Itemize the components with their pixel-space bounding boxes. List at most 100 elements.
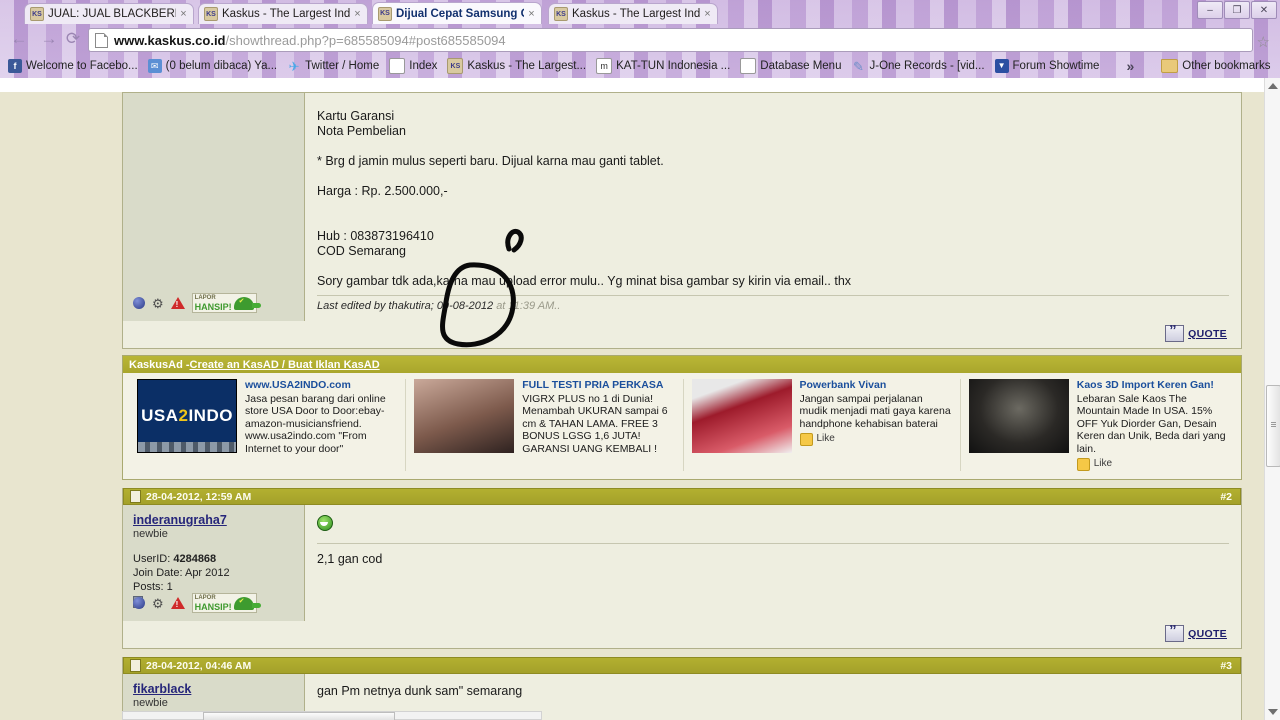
message-line: Nota Pembelian bbox=[317, 124, 406, 138]
kaskus-icon: KS bbox=[204, 7, 218, 21]
post-2-usertitle: newbie bbox=[133, 528, 168, 540]
ad-item-powerbank[interactable]: Powerbank Vivan Jangan sampai perjalanan… bbox=[684, 379, 961, 471]
browser-tab-2[interactable]: KS Kaskus - The Largest Indon × bbox=[198, 3, 368, 24]
back-icon[interactable]: ← bbox=[8, 28, 30, 50]
post-2: 28-04-2012, 12:59 AM #2 inderanugraha7 n… bbox=[122, 488, 1242, 649]
horizontal-scrollbar[interactable] bbox=[122, 711, 542, 720]
quote-icon[interactable] bbox=[1165, 322, 1185, 342]
post-3-number[interactable]: #3 bbox=[1220, 660, 1232, 672]
ad-body: VIGRX PLUS no 1 di Dunia! Menambah UKURA… bbox=[522, 392, 668, 455]
vertical-scrollbar[interactable] bbox=[1264, 78, 1280, 720]
post-1-body: ⚙ LAPOR HANSIP! Kartu bbox=[123, 93, 1241, 321]
page-icon bbox=[95, 32, 108, 48]
browser-tab-3-active[interactable]: KS Dijual Cepat Samsung Gala × bbox=[372, 2, 542, 24]
post-2-user-pane: inderanugraha7 newbie UserID: 4284868 Jo… bbox=[123, 505, 305, 621]
like-label: Like bbox=[1093, 458, 1113, 470]
thread-content: ⚙ LAPOR HANSIP! Kartu bbox=[122, 92, 1242, 720]
maximize-button[interactable]: ❐ bbox=[1224, 1, 1250, 19]
post-2-username[interactable]: inderanugraha7 bbox=[133, 513, 294, 527]
ad-title[interactable]: www.USA2INDO.com bbox=[245, 379, 397, 392]
ad-title[interactable]: FULL TESTI PRIA PERKASA bbox=[522, 379, 674, 392]
close-window-button[interactable]: ✕ bbox=[1251, 1, 1277, 19]
minimize-button[interactable]: – bbox=[1197, 1, 1223, 19]
post-2-header: 28-04-2012, 12:59 AM #2 bbox=[123, 488, 1241, 505]
report-warning-icon[interactable] bbox=[170, 297, 185, 309]
bookmark-label: Welcome to Facebo... bbox=[26, 60, 138, 72]
gear-icon[interactable]: ⚙ bbox=[152, 597, 164, 610]
lapor-hansip-button[interactable]: LAPOR HANSIP! bbox=[191, 593, 261, 613]
quote-button[interactable]: QUOTE bbox=[1188, 328, 1227, 340]
post-1: ⚙ LAPOR HANSIP! Kartu bbox=[122, 92, 1242, 349]
close-icon[interactable]: × bbox=[178, 8, 189, 20]
browser-tab-1[interactable]: KS JUAL: JUAL BLACKBERRY B × bbox=[24, 3, 194, 24]
bookmark-item-yahoo-mail[interactable]: ✉ (0 belum dibaca) Ya... bbox=[143, 54, 282, 78]
address-bar[interactable]: www.kaskus.co.id/showthread.php?p=685585… bbox=[88, 28, 1253, 52]
post-3-header: 28-04-2012, 04:46 AM #3 bbox=[123, 657, 1241, 674]
bookmark-item-twitter[interactable]: ✈ Twitter / Home bbox=[282, 54, 384, 78]
thumbs-up-icon bbox=[799, 433, 813, 446]
profile-icon[interactable] bbox=[133, 597, 145, 609]
post-1-quote-bar: QUOTE bbox=[123, 321, 1241, 348]
post-3-username[interactable]: fikarblack bbox=[133, 682, 294, 696]
scroll-down-icon[interactable] bbox=[1268, 709, 1278, 715]
horizontal-scrollbar-thumb[interactable] bbox=[203, 712, 395, 720]
bookmark-label: (0 belum dibaca) Ya... bbox=[165, 60, 278, 72]
ad-item-vigrx[interactable]: FULL TESTI PRIA PERKASA VIGRX PLUS no 1 … bbox=[406, 379, 684, 471]
other-bookmarks-label: Other bookmarks bbox=[1182, 60, 1271, 72]
userid-label: UserID: bbox=[133, 553, 171, 565]
post-2-quote-bar: QUOTE bbox=[123, 621, 1241, 648]
thumbs-up-icon bbox=[1076, 458, 1090, 471]
tab-title: Kaskus - The Largest Indon bbox=[222, 8, 350, 20]
usa2indo-banner-image: USA 2 INDO bbox=[137, 379, 237, 453]
bookmark-item-kaskus[interactable]: KS Kaskus - The Largest... bbox=[442, 54, 591, 78]
ad-like-button[interactable]: Like bbox=[1076, 458, 1229, 471]
bookmark-item-facebook[interactable]: f Welcome to Facebo... bbox=[0, 54, 143, 78]
tab-title: JUAL: JUAL BLACKBERRY B bbox=[48, 8, 176, 20]
kaskus-ad-header: KaskusAd - Create an KasAD / Buat Iklan … bbox=[123, 356, 1241, 373]
close-icon[interactable]: × bbox=[352, 8, 363, 20]
post-2-number[interactable]: #2 bbox=[1220, 491, 1232, 503]
twitter-icon: ✈ bbox=[288, 58, 300, 74]
forward-icon[interactable]: → bbox=[38, 28, 60, 50]
post-2-body: inderanugraha7 newbie UserID: 4284868 Jo… bbox=[123, 505, 1241, 621]
report-warning-icon[interactable] bbox=[170, 597, 185, 609]
bookmark-item-kat-tun[interactable]: m KAT-TUN Indonesia ... bbox=[591, 54, 735, 78]
last-edited-time: at 11:39 AM.. bbox=[496, 300, 561, 312]
bookmark-star-icon[interactable]: ☆ bbox=[1257, 33, 1270, 51]
url-text: www.kaskus.co.id/showthread.php?p=685585… bbox=[114, 33, 506, 48]
profile-icon[interactable] bbox=[133, 297, 145, 309]
browser-tab-4[interactable]: KS Kaskus - The Largest Indon × bbox=[548, 3, 718, 24]
scroll-up-icon[interactable] bbox=[1268, 83, 1278, 89]
ad-like-button[interactable]: Like bbox=[799, 433, 952, 446]
bookmark-item-index[interactable]: Index bbox=[384, 54, 442, 78]
bookmarks-overflow-icon[interactable]: » bbox=[1120, 58, 1140, 74]
other-bookmarks-folder[interactable]: Other bookmarks bbox=[1156, 54, 1275, 78]
reload-icon[interactable]: ⟳ bbox=[62, 28, 84, 50]
kaskus-icon: KS bbox=[554, 7, 568, 21]
ad-title[interactable]: Kaos 3D Import Keren Gan! bbox=[1077, 379, 1229, 392]
close-icon[interactable]: × bbox=[702, 8, 713, 20]
message-line: Sory gambar tdk ada,karna mau upload err… bbox=[317, 274, 852, 288]
ad-body: Jasa pesan barang dari online store USA … bbox=[245, 392, 386, 455]
yahoo-mail-icon: ✉ bbox=[147, 59, 162, 73]
bookmark-item-j-one-records[interactable]: ✎ J-One Records - [vid... bbox=[846, 54, 989, 78]
like-label: Like bbox=[816, 433, 835, 445]
quote-button[interactable]: QUOTE bbox=[1188, 628, 1227, 640]
userid-row: UserID: 4284868 bbox=[133, 552, 294, 566]
ad-title[interactable]: Powerbank Vivan bbox=[800, 379, 952, 392]
kaskus-ad-row: USA 2 INDO www.USA2INDO.com Jasa pesan bar… bbox=[123, 373, 1241, 479]
tab-title: Kaskus - The Largest Indon bbox=[572, 8, 700, 20]
quote-icon[interactable] bbox=[1165, 622, 1185, 642]
ad-item-kaos3d[interactable]: Kaos 3D Import Keren Gan! Lebaran Sale K… bbox=[961, 379, 1237, 471]
lapor-hansip-button[interactable]: LAPOR HANSIP! bbox=[191, 293, 261, 313]
gear-icon[interactable]: ⚙ bbox=[152, 297, 164, 310]
browser-window: KS JUAL: JUAL BLACKBERRY B × KS Kaskus -… bbox=[0, 0, 1280, 720]
vertical-scrollbar-thumb[interactable] bbox=[1266, 385, 1280, 467]
close-icon[interactable]: × bbox=[526, 8, 537, 20]
ad-item-usa2indo[interactable]: USA 2 INDO www.USA2INDO.com Jasa pesan bar… bbox=[129, 379, 407, 471]
bookmark-item-forum-showtime[interactable]: ▼ Forum Showtime bbox=[990, 54, 1105, 78]
create-kasad-link[interactable]: Create an KasAD / Buat Iklan KasAD bbox=[190, 359, 380, 371]
bookmark-item-database-menu[interactable]: Database Menu bbox=[735, 54, 846, 78]
post-1-action-icons: ⚙ LAPOR HANSIP! bbox=[133, 293, 261, 313]
